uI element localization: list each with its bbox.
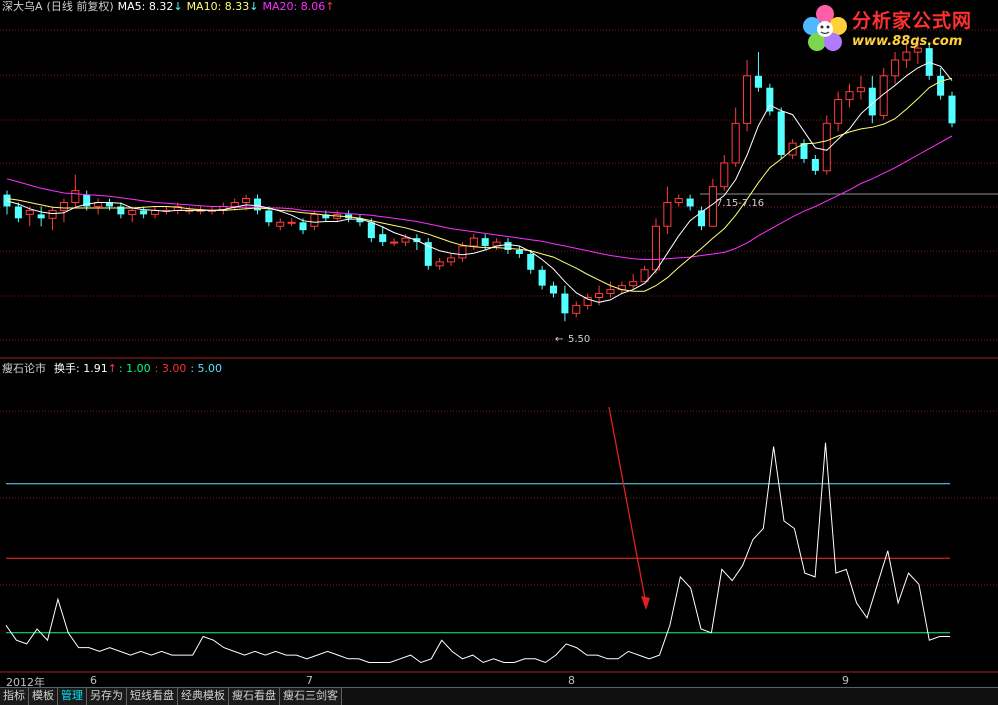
chart-mode: (日线 前复权): [46, 0, 114, 13]
candle-body-55: [629, 281, 638, 287]
candle-body-5: [59, 202, 68, 211]
candle-body-39: [447, 257, 456, 263]
level-3-value: : 3.00: [154, 362, 187, 375]
candle-body-34: [390, 241, 399, 244]
turnover-value: 换手: 1.91: [54, 362, 108, 375]
indicator-header: 瘦石论市 换手: 1.91↑: 1.00: 3.00: 5.00: [2, 362, 226, 375]
x-label-september: 9: [842, 674, 849, 687]
candle-body-0: [3, 194, 11, 207]
candle-body-75: [856, 87, 865, 93]
low-pointer-arrow-icon: ←: [555, 334, 564, 345]
ma10-line: [6, 77, 953, 292]
tab-indicator[interactable]: 指标: [0, 688, 29, 705]
tab-manage[interactable]: 管理: [58, 688, 87, 705]
candle-body-3: [37, 214, 45, 219]
candle-body-32: [367, 222, 375, 239]
ma20-arrow-icon: ↑: [325, 0, 335, 13]
candle-body-11: [128, 209, 137, 215]
candle-body-41: [469, 237, 478, 247]
annotation-arrow: [608, 406, 647, 605]
ma10-arrow-icon: ↓: [249, 0, 259, 13]
candle-body-65: [743, 75, 752, 124]
candle-body-20: [230, 202, 239, 207]
tab-shoushi-trio[interactable]: 瘦石三剑客: [280, 688, 342, 705]
ma5-arrow-icon: ↓: [173, 0, 183, 13]
candle-body-27: [310, 213, 319, 227]
indicator-name: 瘦石论市: [2, 362, 46, 375]
x-label-august: 8: [568, 674, 575, 687]
turnover-arrow-icon: ↑: [107, 362, 117, 375]
candle-body-12: [140, 210, 148, 215]
stock-name: 深大乌A: [2, 0, 43, 13]
candle-body-61: [697, 210, 706, 227]
candle-body-35: [401, 237, 410, 243]
candle-body-21: [242, 198, 251, 204]
candle-body-67: [766, 87, 774, 112]
candle-body-78: [891, 59, 900, 77]
tab-template[interactable]: 模板: [29, 688, 58, 705]
tab-short-term[interactable]: 短线看盘: [127, 688, 178, 705]
candle-body-66: [754, 75, 762, 88]
high-price-label: 7.15-7.16: [716, 198, 765, 209]
bottom-tab-bar: 指标 模板 管理 另存为 短线看盘 经典模板 瘦石看盘 瘦石三剑客: [0, 687, 998, 705]
x-label-june: 6: [90, 674, 97, 687]
ma10-value: MA10: 8.33: [186, 0, 250, 13]
candle-body-42: [481, 238, 489, 247]
candle-body-49: [561, 293, 569, 314]
ma20-value: MA20: 8.06: [262, 0, 326, 13]
annotation-arrow-head-icon: [641, 596, 650, 610]
tab-shoushi-view[interactable]: 瘦石看盘: [229, 688, 280, 705]
candle-body-83: [948, 95, 956, 124]
tab-classic-template[interactable]: 经典模板: [178, 688, 229, 705]
candle-body-71: [811, 158, 819, 171]
candle-body-24: [276, 221, 285, 227]
candle-body-25: [287, 221, 296, 224]
candle-body-33: [379, 234, 387, 243]
candle-body-68: [777, 111, 785, 155]
level-1-value: : 1.00: [118, 362, 151, 375]
tab-save-as[interactable]: 另存为: [87, 688, 127, 705]
candle-body-38: [435, 261, 444, 267]
flower-logo-icon: [803, 5, 847, 51]
candle-body-57: [651, 225, 661, 271]
candle-body-59: [674, 198, 683, 204]
candle-body-82: [937, 75, 945, 96]
logo-url: www.88gs.com: [852, 34, 963, 49]
candle-body-60: [686, 198, 694, 207]
candle-body-63: [720, 162, 729, 188]
low-price-label: 5.50: [568, 334, 591, 345]
turnover-line: [5, 442, 950, 664]
candle-body-53: [606, 289, 615, 295]
candle-body-4: [48, 209, 57, 219]
candle-body-40: [458, 245, 467, 259]
candle-body-48: [549, 285, 558, 294]
site-logo: 分析家公式网 www.88gs.com: [800, 2, 996, 56]
ma5-line: [6, 61, 953, 303]
candle-body-2: [25, 209, 34, 215]
candle-body-46: [527, 253, 535, 270]
candle-body-52: [595, 293, 604, 298]
candle-body-6: [71, 190, 80, 203]
candle-body-58: [663, 202, 672, 227]
candle-body-47: [538, 269, 546, 286]
candle-body-50: [572, 304, 581, 314]
level-5-value: : 5.00: [190, 362, 223, 375]
chart-canvas[interactable]: [0, 0, 998, 704]
candle-body-64: [731, 122, 740, 164]
x-label-july: 7: [306, 674, 313, 687]
candle-body-23: [265, 210, 273, 223]
candle-body-26: [299, 222, 307, 231]
candle-body-74: [845, 91, 854, 101]
price-chart-header: 深大乌A (日线 前复权) MA5: 8.32↓ MA10: 8.33↓ MA20: 8…: [2, 0, 338, 13]
candle-body-73: [834, 99, 843, 124]
ma20-line: [6, 135, 953, 260]
logo-title: 分析家公式网: [852, 10, 973, 32]
candle-body-1: [14, 206, 22, 219]
ma5-value: MA5: 8.32: [117, 0, 174, 13]
candle-body-72: [822, 122, 831, 172]
candle-body-45: [515, 250, 523, 254]
